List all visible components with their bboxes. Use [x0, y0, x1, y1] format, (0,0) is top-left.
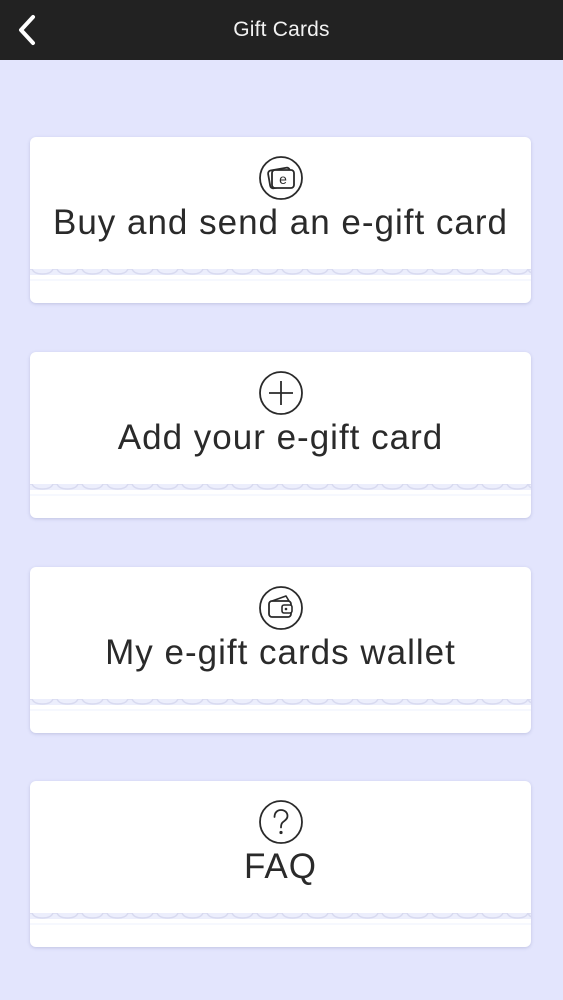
egift-wallet-button[interactable]: My e-gift cards wallet: [30, 567, 531, 733]
perforation-divider: [30, 269, 531, 281]
faq-button[interactable]: FAQ: [30, 781, 531, 947]
card-label: Buy and send an e-gift card: [52, 203, 509, 242]
card-label: My e-gift cards wallet: [105, 633, 456, 672]
card-stub: [30, 925, 531, 947]
card-label: FAQ: [243, 847, 318, 886]
e-card-icon: e: [258, 156, 303, 200]
plus-circle-icon: [258, 371, 303, 415]
card-stub: [30, 281, 531, 303]
svg-text:e: e: [279, 171, 287, 187]
page-title: Gift Cards: [233, 18, 330, 41]
buy-send-egift-card-button[interactable]: e Buy and send an e-gift card: [30, 137, 531, 303]
add-egift-card-button[interactable]: Add your e-gift card: [30, 352, 531, 518]
card-stub: [30, 711, 531, 733]
perforation-divider: [30, 484, 531, 496]
card-label: Add your e-gift card: [117, 418, 444, 457]
perforation-divider: [30, 699, 531, 711]
perforation-divider: [30, 913, 531, 925]
top-bar: Gift Cards: [0, 0, 563, 60]
question-circle-icon: [258, 800, 303, 844]
card-stub: [30, 496, 531, 518]
wallet-icon: [258, 586, 303, 630]
